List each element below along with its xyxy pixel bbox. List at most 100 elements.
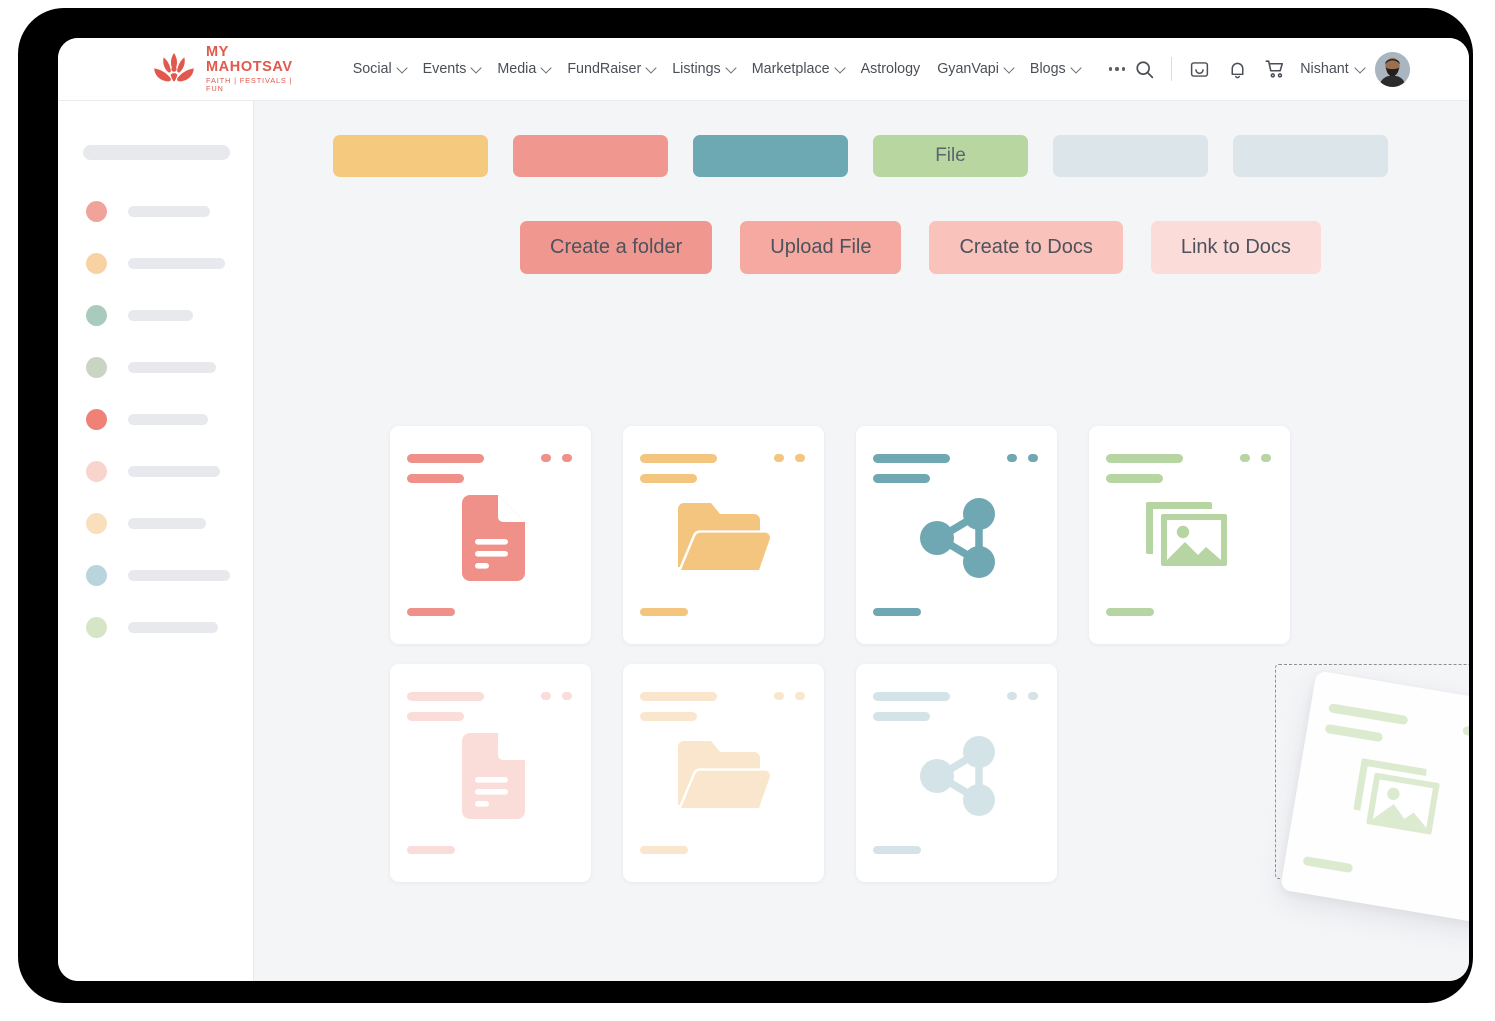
card-menu-dot-icon[interactable]: [541, 454, 551, 462]
user-name-label: Nishant: [1300, 61, 1349, 77]
sidebar-item[interactable]: [86, 461, 220, 482]
create-to-docs-button[interactable]: Create to Docs: [929, 221, 1123, 274]
bell-icon[interactable]: [1218, 50, 1256, 88]
card-subtitle-placeholder: [873, 474, 930, 483]
lotus-icon: [151, 49, 197, 89]
nav-item-social[interactable]: Social: [352, 61, 408, 77]
upload-file-button[interactable]: Upload File: [740, 221, 902, 274]
sidebar-item[interactable]: [86, 357, 216, 378]
chevron-down-icon: [395, 62, 408, 74]
avatar[interactable]: [1374, 51, 1410, 87]
card-meta-placeholder: [873, 607, 921, 616]
card-menu-dot-icon[interactable]: [1007, 454, 1017, 462]
inbox-icon[interactable]: [1180, 50, 1218, 88]
sidebar-item[interactable]: [86, 305, 193, 326]
card-title-placeholder: [640, 692, 717, 701]
file-card[interactable]: [1089, 426, 1290, 644]
card-type-icon: [623, 726, 824, 826]
sidebar-header-placeholder: [83, 145, 230, 160]
sidebar-item[interactable]: [86, 617, 218, 638]
card-menu-dot-icon[interactable]: [1240, 454, 1250, 462]
sidebar-item-dot-icon: [86, 409, 107, 430]
sidebar-item[interactable]: [86, 565, 230, 586]
card-menu-dot-icon[interactable]: [795, 692, 805, 700]
folder-icon: [677, 503, 772, 571]
card-meta-placeholder: [1106, 607, 1154, 616]
nav-item-label: Media: [497, 61, 537, 77]
card-menu-dot-icon[interactable]: [774, 454, 784, 462]
app-screen: MY MAHOTSAV FAITH | FESTIVALS | FUN Soci…: [58, 38, 1469, 981]
card-title-placeholder: [1328, 703, 1409, 726]
nav-item-label: Social: [352, 61, 392, 77]
card-menu-dot-icon[interactable]: [1028, 692, 1038, 700]
sidebar-item-dot-icon: [86, 305, 107, 326]
link-to-docs-button[interactable]: Link to Docs: [1150, 221, 1321, 274]
chip-placeholder[interactable]: [333, 135, 488, 177]
sidebar-item-dot-icon: [86, 617, 107, 638]
nav-item-label: Blogs: [1029, 61, 1066, 77]
sidebar-item[interactable]: [86, 513, 206, 534]
sidebar-item-label: [128, 310, 193, 321]
nav-item-gyanvapi[interactable]: GyanVapi: [937, 61, 1015, 77]
file-card[interactable]: [856, 426, 1057, 644]
share-icon: [919, 736, 995, 816]
file-card[interactable]: [623, 664, 824, 882]
card-meta-placeholder: [640, 845, 688, 854]
sidebar-item-dot-icon: [86, 461, 107, 482]
brand-logo[interactable]: MY MAHOTSAV FAITH | FESTIVALS | FUN: [151, 44, 293, 94]
chip-file[interactable]: File: [873, 135, 1028, 177]
chevron-down-icon: [1354, 62, 1366, 74]
chip-placeholder[interactable]: [513, 135, 668, 177]
sidebar-item-dot-icon: [86, 357, 107, 378]
card-subtitle-placeholder: [640, 712, 697, 721]
nav-item-listings[interactable]: Listings: [672, 61, 737, 77]
nav-item-events[interactable]: Events: [423, 61, 483, 77]
card-menu-dot-icon[interactable]: [1007, 692, 1017, 700]
nav-item-marketplace[interactable]: Marketplace: [751, 61, 846, 77]
card-type-icon: [1089, 488, 1290, 588]
nav-item-label: GyanVapi: [937, 61, 999, 77]
card-meta-placeholder: [407, 607, 455, 616]
nav-overflow-icon[interactable]: [1108, 67, 1126, 71]
chevron-down-icon: [1070, 62, 1082, 74]
card-menu-dot-icon[interactable]: [795, 454, 805, 462]
file-card[interactable]: [623, 426, 824, 644]
card-menu-dot-icon[interactable]: [1462, 725, 1469, 736]
nav-item-astrology[interactable]: Astrology: [861, 61, 921, 77]
nav-item-blogs[interactable]: Blogs: [1029, 61, 1082, 77]
card-menu-dot-icon[interactable]: [1261, 454, 1271, 462]
cart-icon[interactable]: [1256, 50, 1294, 88]
file-card[interactable]: [856, 664, 1057, 882]
file-card[interactable]: [390, 426, 591, 644]
chip-placeholder[interactable]: [693, 135, 848, 177]
card-menu-dot-icon[interactable]: [1028, 454, 1038, 462]
chip-placeholder[interactable]: [1233, 135, 1388, 177]
card-menu-dot-icon[interactable]: [774, 692, 784, 700]
sidebar-item[interactable]: [86, 253, 225, 274]
chip-placeholder[interactable]: [1053, 135, 1208, 177]
nav-item-media[interactable]: Media: [497, 61, 552, 77]
card-menu-dot-icon[interactable]: [562, 692, 572, 700]
search-icon[interactable]: [1125, 50, 1163, 88]
card-menu-dot-icon[interactable]: [562, 454, 572, 462]
device-frame: MY MAHOTSAV FAITH | FESTIVALS | FUN Soci…: [18, 8, 1473, 1003]
user-menu[interactable]: Nishant: [1300, 61, 1366, 77]
action-button-label: Link to Docs: [1180, 236, 1291, 258]
card-meta-placeholder: [407, 845, 455, 854]
card-type-icon: [623, 488, 824, 588]
nav-divider: [1171, 57, 1173, 81]
nav-item-label: Marketplace: [751, 61, 830, 77]
card-menu-dot-icon[interactable]: [541, 692, 551, 700]
file-card[interactable]: [390, 664, 591, 882]
sidebar-item[interactable]: [86, 201, 210, 222]
card-subtitle-placeholder: [1106, 474, 1163, 483]
card-meta-placeholder: [640, 607, 688, 616]
sidebar-item-label: [128, 622, 218, 633]
sidebar-item-label: [128, 466, 220, 477]
card-title-placeholder: [873, 692, 950, 701]
brand-tagline: FAITH | FESTIVALS | FUN: [206, 76, 293, 94]
nav-item-fundraiser[interactable]: FundRaiser: [567, 61, 657, 77]
create-a-folder-button[interactable]: Create a folder: [520, 221, 713, 274]
sidebar-item[interactable]: [86, 409, 208, 430]
card-title-placeholder: [407, 692, 484, 701]
